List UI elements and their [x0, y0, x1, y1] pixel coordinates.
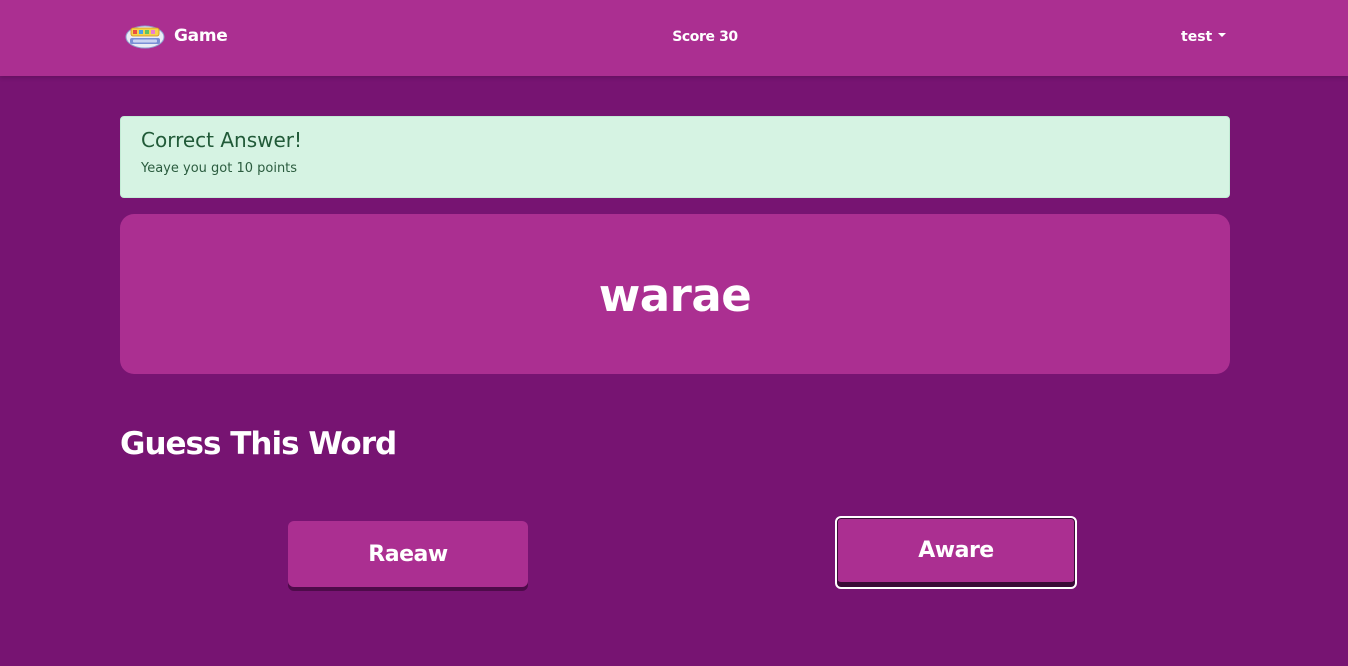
- alert-message: Yeaye you got 10 points: [141, 161, 298, 176]
- answer-label: Raeaw: [368, 541, 448, 567]
- score-text: Score 30: [672, 29, 738, 45]
- alert-heading: Correct Answer!: [141, 128, 303, 152]
- scrambled-word: warae: [598, 268, 752, 322]
- score-display: Score 30: [0, 29, 1348, 45]
- user-name: test: [1181, 29, 1213, 45]
- user-dropdown[interactable]: test: [1181, 29, 1227, 45]
- answer-label: Aware: [918, 538, 994, 563]
- answer-button-2[interactable]: Aware: [835, 516, 1077, 589]
- top-navbar: Game Score 30 test: [0, 0, 1348, 76]
- answer-button-1[interactable]: Raeaw: [288, 521, 528, 587]
- caret-down-icon: [1218, 33, 1227, 37]
- scrambled-word-card: warae: [120, 214, 1230, 374]
- section-title: Guess This Word: [120, 426, 397, 462]
- success-alert: Correct Answer! Yeaye you got 10 points: [120, 116, 1230, 198]
